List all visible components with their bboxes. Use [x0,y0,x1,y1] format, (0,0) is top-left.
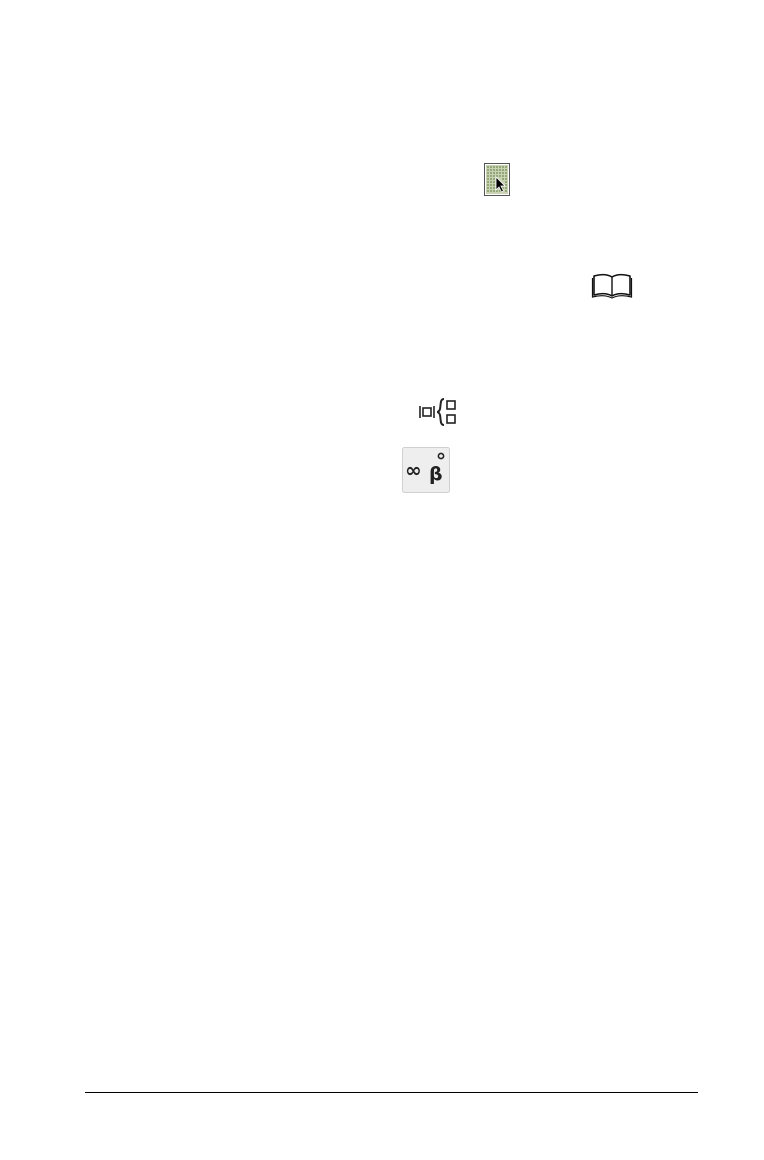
footer-rule [85,1092,698,1093]
catalog-icon [484,163,510,196]
book-icon [591,273,633,299]
templates-icon [419,398,456,426]
svg-text:β: β [429,463,443,485]
symbols-icon: ∞ β [402,447,450,493]
svg-text:∞: ∞ [405,458,422,482]
document-page: ∞ β [0,0,764,1160]
